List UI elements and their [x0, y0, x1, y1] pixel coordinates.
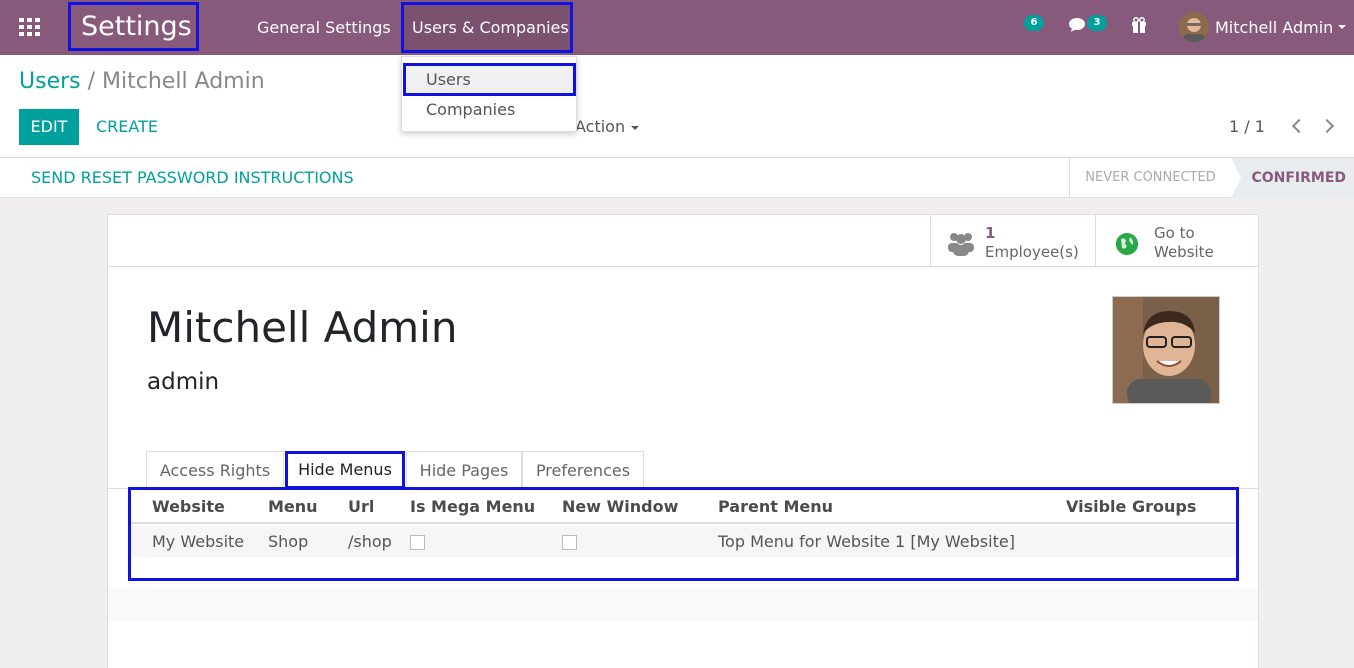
- employees-smart-button[interactable]: 1 Employee(s): [930, 215, 1095, 267]
- user-name-title: Mitchell Admin: [147, 303, 458, 352]
- table-header: Website Menu Url Is Mega Menu New Window…: [131, 490, 1236, 524]
- form-sheet: 1 Employee(s) Go to Website Mitchell Adm…: [107, 214, 1259, 668]
- col-new-window[interactable]: New Window: [562, 490, 678, 524]
- app-brand[interactable]: Settings: [68, 2, 199, 51]
- breadcrumb-users-link[interactable]: Users: [19, 69, 81, 94]
- is-mega-menu-checkbox[interactable]: [410, 535, 425, 550]
- dropdown-item-users[interactable]: Users: [403, 63, 576, 96]
- hide-menus-table: Website Menu Url Is Mega Menu New Window…: [128, 487, 1239, 581]
- breadcrumb-current: Mitchell Admin: [102, 69, 265, 94]
- form-statusbar: SEND RESET PASSWORD INSTRUCTIONS NEVER C…: [0, 158, 1354, 198]
- col-parent-menu[interactable]: Parent Menu: [718, 490, 833, 524]
- create-button[interactable]: CREATE: [96, 109, 158, 145]
- chevron-down-icon[interactable]: [1338, 25, 1346, 29]
- dropdown-item-companies[interactable]: Companies: [402, 94, 578, 125]
- message-badge[interactable]: 3: [1087, 15, 1107, 31]
- new-window-checkbox[interactable]: [562, 535, 577, 550]
- tab-hide-menus[interactable]: Hide Menus: [285, 451, 405, 489]
- menu-users-companies[interactable]: Users & Companies: [401, 2, 573, 53]
- action-menu[interactable]: Action: [575, 109, 640, 145]
- button-box: 1 Employee(s) Go to Website: [108, 215, 1258, 267]
- website-label: Go to Website: [1154, 224, 1214, 261]
- user-login: admin: [147, 369, 220, 395]
- go-to-website-button[interactable]: Go to Website: [1095, 215, 1258, 267]
- col-is-mega-menu[interactable]: Is Mega Menu: [410, 490, 535, 524]
- gift-icon[interactable]: [1131, 17, 1147, 33]
- users-icon: [948, 233, 974, 256]
- stage-confirmed[interactable]: CONFIRMED: [1231, 158, 1354, 198]
- cell-parent-menu: Top Menu for Website 1 [My Website]: [718, 532, 1015, 551]
- activity-badge[interactable]: 6: [1024, 15, 1044, 31]
- menu-general-settings[interactable]: General Settings: [257, 0, 391, 55]
- caret-down-icon: [631, 125, 640, 130]
- breadcrumb-separator: /: [87, 69, 96, 94]
- col-visible-groups[interactable]: Visible Groups: [1066, 490, 1196, 524]
- col-menu[interactable]: Menu: [268, 490, 318, 524]
- employee-label: Employee(s): [985, 243, 1079, 261]
- control-panel: Users / Mitchell Admin EDIT CREATE Actio…: [0, 55, 1354, 158]
- cell-url: /shop: [348, 532, 392, 551]
- chevron-right-icon[interactable]: [1319, 118, 1335, 134]
- user-photo[interactable]: [1112, 296, 1220, 404]
- send-reset-password-button[interactable]: SEND RESET PASSWORD INSTRUCTIONS: [31, 158, 354, 198]
- edit-button[interactable]: EDIT: [19, 109, 79, 145]
- table-empty-row: [108, 589, 1258, 621]
- cell-menu: Shop: [268, 532, 309, 551]
- top-navbar: Settings General Settings Users & Compan…: [0, 0, 1354, 55]
- users-companies-dropdown: Users Companies: [401, 56, 577, 132]
- chevron-left-icon[interactable]: [1291, 118, 1307, 134]
- apps-grid-icon[interactable]: [19, 18, 40, 36]
- col-url[interactable]: Url: [348, 490, 374, 524]
- user-menu-name[interactable]: Mitchell Admin: [1215, 0, 1333, 55]
- table-row[interactable]: My Website Shop /shop Top Menu for Websi…: [131, 526, 1236, 557]
- stage-arrow: [1231, 158, 1241, 198]
- tab-preferences[interactable]: Preferences: [522, 451, 644, 489]
- pager-value[interactable]: 1 / 1: [1229, 109, 1265, 145]
- cell-website: My Website: [152, 532, 245, 551]
- breadcrumb: Users / Mitchell Admin: [19, 69, 265, 94]
- employee-count: 1: [985, 224, 996, 242]
- stage-never-connected[interactable]: NEVER CONNECTED: [1069, 158, 1231, 198]
- globe-icon: [1116, 233, 1138, 255]
- tab-access-rights[interactable]: Access Rights: [146, 451, 284, 489]
- action-label: Action: [575, 117, 626, 136]
- chat-icon[interactable]: [1069, 17, 1087, 33]
- user-avatar[interactable]: [1179, 12, 1209, 42]
- col-website[interactable]: Website: [152, 490, 225, 524]
- tab-hide-pages[interactable]: Hide Pages: [406, 451, 522, 489]
